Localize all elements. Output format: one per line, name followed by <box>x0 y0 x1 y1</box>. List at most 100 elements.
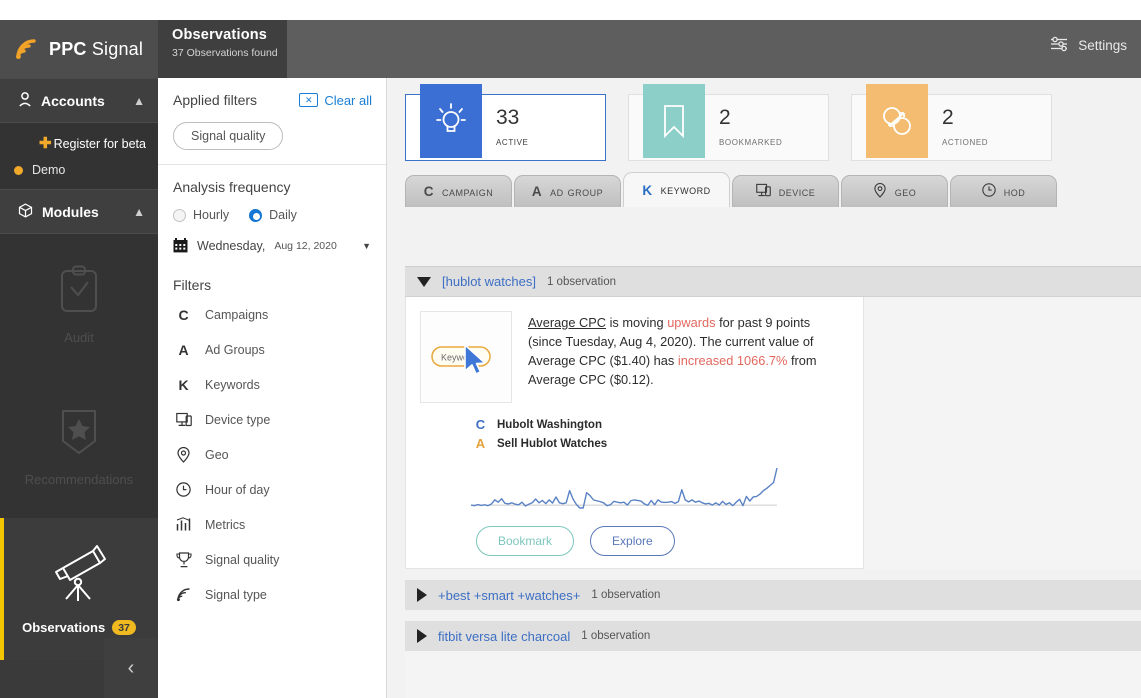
filter-item-label: Keywords <box>205 377 260 392</box>
page-title: Observations <box>172 27 268 43</box>
analysis-frequency-section: Analysis frequency Hourly Daily Wednesda… <box>158 165 386 263</box>
group-header-fitbit-versa-lite-charcoal[interactable]: fitbit versa lite charcoal 1 observation <box>405 621 1141 651</box>
filter-item-geo[interactable]: Geo <box>158 437 386 472</box>
date-picker[interactable]: Wednesday, Aug 12, 2020 ▼ <box>173 238 371 253</box>
radio-daily[interactable]: Daily <box>249 208 297 222</box>
explore-button[interactable]: Explore <box>590 526 675 556</box>
filter-item-hour-of-day[interactable]: Hour of day <box>158 472 386 507</box>
radio-hourly-label: Hourly <box>193 208 230 222</box>
entity-ad-group[interactable]: A Sell Hublot Watches <box>475 436 847 451</box>
sidebar-item-label: Audit <box>64 330 94 345</box>
entity-name: Hubolt Washington <box>497 418 602 431</box>
group-name: +best +smart +watches+ <box>438 587 581 603</box>
stat-card-active[interactable]: 33 Active <box>405 83 606 161</box>
tab-label: Geo <box>894 184 917 199</box>
device-icon <box>755 183 771 201</box>
tab-campaign[interactable]: C Campaign <box>405 175 512 207</box>
filter-item-metrics[interactable]: Metrics <box>158 507 386 542</box>
filter-item-label: Signal quality <box>205 552 280 567</box>
brand-logo-area[interactable]: PPC Signal <box>0 20 158 78</box>
observation-text: Average CPC is moving upwards for past 9… <box>528 311 847 403</box>
map-pin-icon <box>873 182 887 201</box>
stat-card-text: 2 Actioned <box>942 107 988 148</box>
group-header-best-smart-watches[interactable]: +best +smart +watches+ 1 observation <box>405 580 1141 610</box>
bar-chart-icon <box>175 516 192 533</box>
clear-tag-icon: ✕ <box>299 93 319 107</box>
list-divider <box>405 569 1141 580</box>
tab-keyword[interactable]: K Keyword <box>623 172 730 207</box>
filter-item-device-type[interactable]: Device type <box>158 402 386 437</box>
linked-rings-icon <box>866 83 928 158</box>
filter-item-campaigns[interactable]: C Campaigns <box>158 297 386 332</box>
app-header: PPC Signal Observations 37 Observations … <box>0 20 1141 78</box>
date-value: Aug 12, 2020 <box>274 239 337 252</box>
stat-card-bookmarked[interactable]: 2 Bookmarked <box>628 83 829 161</box>
tab-label: Ad Group <box>550 184 604 199</box>
applied-filter-chip-signal-quality[interactable]: Signal quality <box>173 122 284 150</box>
bookmark-button[interactable]: Bookmark <box>476 526 575 556</box>
sidebar-section-modules[interactable]: Modules ▲ <box>0 189 158 234</box>
chevron-up-icon[interactable]: ▲ <box>133 94 145 108</box>
caret-down-icon[interactable]: ▼ <box>362 241 371 251</box>
stat-card-actioned[interactable]: 2 Actioned <box>851 83 1052 161</box>
triangle-right-icon[interactable] <box>417 588 427 602</box>
rss-signal-icon <box>14 37 40 61</box>
group-name: fitbit versa lite charcoal <box>438 628 571 644</box>
brand-name: PPC Signal <box>49 39 143 60</box>
filter-item-signal-type[interactable]: Signal type <box>158 577 386 612</box>
stat-label: Actioned <box>942 134 989 148</box>
brand-name-bold: PPC <box>49 38 87 59</box>
app-root: PPC Signal Observations 37 Observations … <box>0 0 1141 698</box>
tab-ad-group[interactable]: A Ad Group <box>514 175 621 207</box>
stat-card-text: 33 Active <box>496 107 529 148</box>
settings-button[interactable]: Settings <box>1050 36 1127 55</box>
chevron-up-icon[interactable]: ▲ <box>133 205 145 219</box>
observation-text-p1: is moving <box>606 315 668 330</box>
triangle-right-icon[interactable] <box>417 629 427 643</box>
campaign-c-icon: C <box>475 417 486 432</box>
sidebar-item-label: Recommendations <box>24 472 134 487</box>
star-badge-icon <box>57 407 101 462</box>
group-count: 1 observation <box>581 630 651 642</box>
stat-cards: 33 Active 2 Bookmarked <box>388 78 1141 161</box>
radio-hourly[interactable]: Hourly <box>173 208 229 222</box>
sidebar-item-audit[interactable]: Audit <box>0 234 158 376</box>
left-sidebar: Accounts ▲ ✚ Register for beta Demo Modul… <box>0 78 158 698</box>
filters-list-title: Filters <box>173 277 212 293</box>
sidebar-collapse-button[interactable]: ‹ <box>104 638 158 698</box>
filters-panel: Applied filters ✕ Clear all Signal quali… <box>158 78 539 698</box>
radio-icon <box>173 208 186 222</box>
sidebar-section-accounts[interactable]: Accounts ▲ <box>0 78 158 123</box>
clear-all-button[interactable]: ✕ Clear all <box>299 93 372 108</box>
settings-label: Settings <box>1078 38 1127 53</box>
triangle-down-icon[interactable] <box>417 276 431 287</box>
observation-body: Keyword Average CPC is moving upwards fo… <box>420 311 847 403</box>
tab-geo[interactable]: Geo <box>841 175 948 207</box>
observations-text: Observations <box>22 620 106 635</box>
applied-filters-title: Applied filters <box>173 92 258 108</box>
group-header-hublot-watches[interactable]: [hublot watches] 1 observation <box>405 267 1141 297</box>
register-for-beta-link[interactable]: ✚ Register for beta <box>0 131 158 158</box>
observations-list: [hublot watches] 1 observation Keyword A… <box>405 266 1141 698</box>
observation-change: increased 1066.7% <box>677 353 788 368</box>
filter-item-signal-quality[interactable]: Signal quality <box>158 542 386 577</box>
clear-all-label: Clear all <box>324 92 372 108</box>
tab-device[interactable]: Device <box>732 175 839 207</box>
account-item-demo[interactable]: Demo <box>0 158 158 179</box>
device-icon <box>175 411 192 428</box>
header-page-tab[interactable]: Observations 37 Observations found <box>158 20 287 78</box>
sidebar-item-recommendations[interactable]: Recommendations <box>0 376 158 518</box>
sparkline-chart <box>468 465 847 516</box>
telescope-icon <box>47 543 111 610</box>
campaign-c-icon: C <box>423 184 434 199</box>
observation-thumbnail[interactable]: Keyword <box>420 311 512 403</box>
entity-campaign[interactable]: C Hubolt Washington <box>475 417 847 432</box>
filter-item-ad-groups[interactable]: A Ad Groups <box>158 332 386 367</box>
filter-item-keywords[interactable]: K Keywords <box>158 367 386 402</box>
adgroup-a-icon: A <box>178 341 189 358</box>
observation-metric: Average CPC <box>528 315 607 330</box>
filter-item-label: Geo <box>205 447 229 462</box>
main-content: PPCexpo 33 Active <box>388 78 1141 698</box>
tab-hod[interactable]: HoD <box>950 175 1057 207</box>
keyword-k-icon: K <box>642 182 653 198</box>
